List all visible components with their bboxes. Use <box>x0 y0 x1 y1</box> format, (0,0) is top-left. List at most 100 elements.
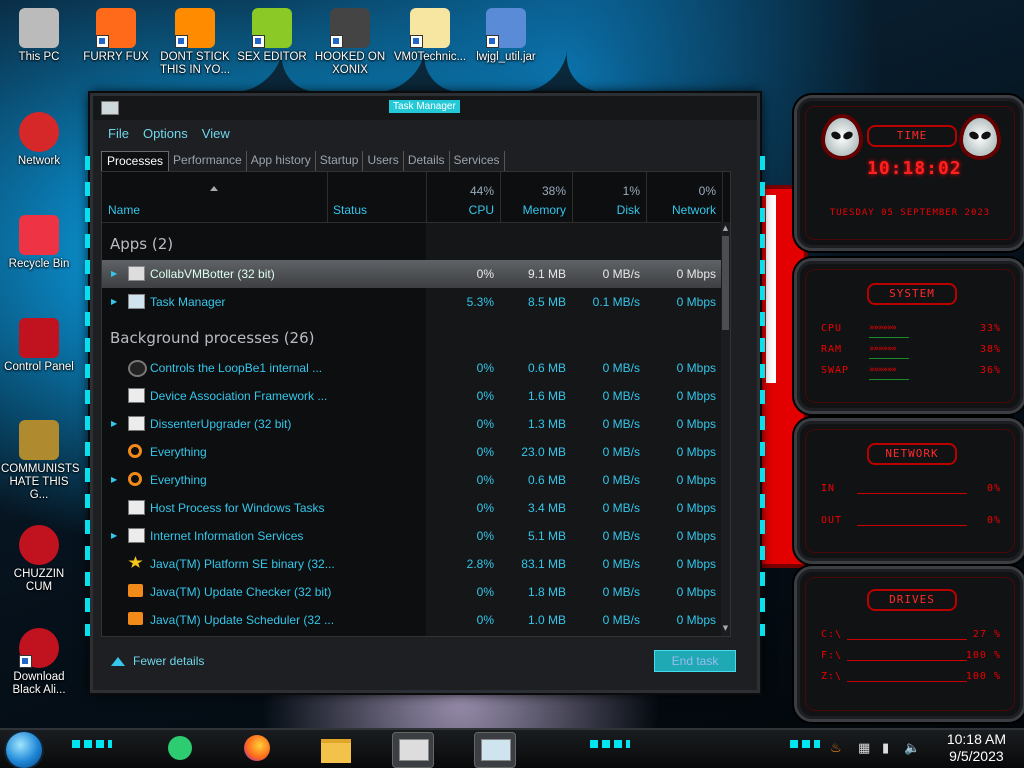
menu-file[interactable]: File <box>101 124 136 146</box>
cell-disk: 0 MB/s <box>602 557 640 571</box>
process-row[interactable]: ▶ DissenterUpgrader (32 bit) 0% 1.3 MB 0 MB/… <box>102 410 722 438</box>
expand-chevron-icon[interactable]: ▶ <box>111 419 117 428</box>
desktop-icon[interactable]: CHUZZIN CUM <box>1 525 77 594</box>
taskbar-file-explorer[interactable] <box>316 732 356 766</box>
network-status-icon[interactable]: ▦ <box>858 741 870 756</box>
process-name: CollabVMBotter (32 bit) <box>150 267 275 281</box>
sort-ascending-icon <box>210 186 218 191</box>
tab-app-history[interactable]: App history <box>247 151 316 171</box>
money-bag-icon <box>19 420 59 460</box>
process-row[interactable]: ▶ Internet Information Services 0% 5.1 MB 0 … <box>102 522 722 550</box>
desktop-icon-label: CHUZZIN CUM <box>13 568 65 593</box>
taskbar-clock[interactable]: 10:18 AM 9/5/2023 <box>947 731 1006 765</box>
desktop-icon[interactable]: lwjgl_util.jar <box>468 8 544 64</box>
taskbar-firefox[interactable] <box>238 732 278 766</box>
taskbar-decoration <box>72 740 112 748</box>
cell-cpu: 0% <box>476 361 494 375</box>
cell-cpu: 0% <box>476 501 494 515</box>
desktop-icon[interactable]: Control Panel <box>1 318 77 374</box>
desktop-icon[interactable]: SEX EDITOR <box>234 8 310 64</box>
cell-memory: 1.0 MB <box>527 613 566 627</box>
level-chevron-icon: »»»»»» <box>869 344 897 354</box>
tab-details[interactable]: Details <box>404 151 450 171</box>
widget-row-value: 36% <box>979 365 1001 376</box>
fewer-details-button[interactable]: Fewer details <box>111 654 204 668</box>
process-row[interactable]: Java(TM) Update Scheduler (32 ... 0% 1.0 M… <box>102 606 722 634</box>
vlc-cone-icon <box>175 8 215 48</box>
cell-disk: 0 MB/s <box>602 267 640 281</box>
scrollbar-thumb[interactable] <box>722 236 729 330</box>
desktop-icon[interactable]: DONT STICK THIS IN YO... <box>157 8 233 77</box>
system-widget: SYSTEM CPU 33%»»»»»» RAM 38%»»»»»» SWAP 36%»»… <box>794 258 1024 414</box>
process-row[interactable]: ▶ CollabVMBotter (32 bit) 0% 9.1 MB 0 MB/s 0 … <box>102 260 722 288</box>
cell-disk: 0 MB/s <box>602 417 640 431</box>
desktop-icon-label: HOOKED ON XONIX <box>314 51 386 76</box>
taskbar-task-manager[interactable] <box>474 732 516 768</box>
cell-network: 0 Mbps <box>676 267 716 281</box>
cell-cpu: 0% <box>476 417 494 431</box>
java-star-icon <box>128 556 143 568</box>
desktop-icon[interactable]: FURRY FUX <box>78 8 154 64</box>
tab-startup[interactable]: Startup <box>316 151 364 171</box>
desktop-icon[interactable]: HOOKED ON XONIX <box>312 8 388 77</box>
shortcut-arrow-icon <box>486 35 499 48</box>
menu-options[interactable]: Options <box>136 124 195 146</box>
column-headers: Name Status 44% CPU 38% Memory 1% Disk 0… <box>102 172 730 223</box>
column-header-memory[interactable]: 38% Memory <box>500 172 573 222</box>
tab-processes[interactable]: Processes <box>101 151 170 171</box>
end-task-button[interactable]: End task <box>654 650 736 672</box>
process-row[interactable]: Everything 0% 23.0 MB 0 MB/s 0 Mbps <box>102 438 722 466</box>
java-update-icon <box>128 612 143 625</box>
battery-icon[interactable]: ▮ <box>882 741 889 756</box>
start-orb-icon[interactable] <box>6 732 42 768</box>
desktop-icon[interactable]: Recycle Bin <box>1 215 77 271</box>
speaker-icon[interactable]: 🔈 <box>904 741 920 756</box>
shortcut-arrow-icon <box>19 655 32 668</box>
taskbar-paint-window[interactable] <box>392 732 434 768</box>
process-row[interactable]: Java(TM) Update Checker (32 bit) 0% 1.8 MB… <box>102 578 722 606</box>
column-header-network[interactable]: 0% Network <box>646 172 723 222</box>
cell-network: 0 Mbps <box>676 389 716 403</box>
menu-view[interactable]: View <box>195 124 237 146</box>
desktop-icon[interactable]: Download Black Ali... <box>1 628 77 697</box>
process-row[interactable]: Host Process for Windows Tasks 0% 3.4 MB 0 … <box>102 494 722 522</box>
java-tray-icon[interactable]: ♨ <box>830 741 842 756</box>
title-bar[interactable]: Task Manager <box>93 96 757 120</box>
desktop-icon[interactable]: COMMUNISTS HATE THIS G... <box>1 420 80 502</box>
expand-chevron-icon[interactable]: ▶ <box>111 269 117 278</box>
widget-row-label: C:\ <box>821 629 843 640</box>
expand-chevron-icon[interactable]: ▶ <box>111 297 117 306</box>
desktop-icon[interactable]: This PC <box>1 8 77 64</box>
taskbar-chat-app[interactable] <box>160 732 200 766</box>
process-row[interactable]: ▶ Task Manager 5.3% 8.5 MB 0.1 MB/s 0 Mbps <box>102 288 722 316</box>
cell-network: 0 Mbps <box>676 417 716 431</box>
process-row[interactable]: Java(TM) Platform SE binary (32... 2.8% 83… <box>102 550 722 578</box>
tab-services[interactable]: Services <box>450 151 505 171</box>
tab-users[interactable]: Users <box>363 151 404 171</box>
column-header-status[interactable]: Status <box>327 172 427 222</box>
process-name: Task Manager <box>150 295 226 309</box>
column-header-name[interactable]: Name <box>102 172 328 222</box>
taskbar-decoration <box>790 740 820 748</box>
process-row[interactable]: ▶ Everything 0% 0.6 MB 0 MB/s 0 Mbps <box>102 466 722 494</box>
column-memory-label: Memory <box>522 203 566 217</box>
scroll-down-icon[interactable]: ▼ <box>721 624 730 634</box>
cell-disk: 0 MB/s <box>602 501 640 515</box>
group-label: Apps (2) <box>110 235 174 253</box>
desktop-icon[interactable]: Network <box>1 112 77 168</box>
vertical-scrollbar[interactable]: ▲ ▼ <box>721 222 730 636</box>
expand-chevron-icon[interactable]: ▶ <box>111 475 117 484</box>
expand-chevron-icon[interactable]: ▶ <box>111 531 117 540</box>
widget-row-value: 100 % <box>965 650 1001 661</box>
magnifier-icon <box>128 444 142 458</box>
column-header-cpu[interactable]: 44% CPU <box>426 172 501 222</box>
game-icon <box>330 8 370 48</box>
tab-performance[interactable]: Performance <box>169 151 247 171</box>
cell-memory: 23.0 MB <box>521 445 566 459</box>
scroll-up-icon[interactable]: ▲ <box>721 224 730 234</box>
column-header-disk[interactable]: 1% Disk <box>572 172 647 222</box>
process-row[interactable]: Controls the LoopBe1 internal ... 0% 0.6 M… <box>102 354 722 382</box>
desktop-icon[interactable]: VM0Technic... <box>392 8 468 64</box>
process-row[interactable]: Device Association Framework ... 0% 1.6 MB… <box>102 382 722 410</box>
widget-row-label: F:\ <box>821 650 843 661</box>
